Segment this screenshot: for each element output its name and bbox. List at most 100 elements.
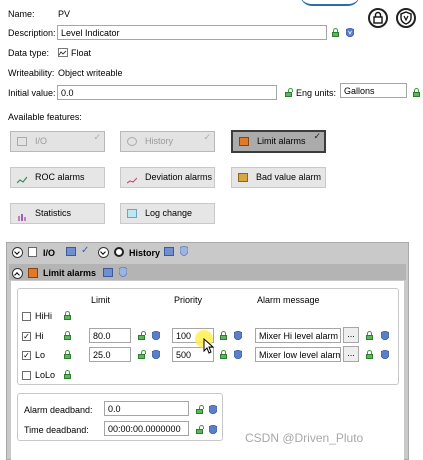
hi-alarm-message-field[interactable]: Mixer Hi level alarm (255, 328, 341, 343)
lo-limit-field[interactable]: 25.0 (89, 347, 131, 362)
lo-message-shield-icon[interactable] (381, 350, 389, 359)
feature-deviation-alarms-label: Deviation alarms (145, 172, 213, 182)
col-priority-header: Priority (174, 295, 203, 305)
io-expand-button[interactable] (12, 247, 23, 258)
col-limit-header: Limit (91, 295, 111, 305)
datatype-label: Data type: (8, 48, 50, 58)
lo-limit-lock-icon[interactable] (138, 350, 146, 359)
lolo-checkbox[interactable] (22, 371, 31, 380)
hi-message-shield-icon[interactable] (381, 331, 389, 340)
limit-alarms-section-label: Limit alarms (43, 268, 97, 278)
description-label: Description: (8, 28, 56, 38)
limit-alarms-icon (239, 137, 249, 147)
feature-statistics-button[interactable]: Statistics (10, 203, 105, 224)
lo-message-lock-icon[interactable] (366, 350, 373, 359)
hi-checkbox[interactable]: ✓ (22, 332, 31, 341)
io-icon (17, 137, 27, 147)
feature-bad-value-alarm-button[interactable]: Bad value alarm (231, 167, 326, 188)
check-icon: ✓ (93, 132, 101, 142)
lo-label: Lo (35, 350, 46, 360)
lo-priority-shield-icon[interactable] (234, 350, 242, 359)
initial-value-field[interactable]: 0.0 (57, 85, 277, 100)
history-shield-icon (179, 245, 189, 257)
alarm-deadband-lock-icon[interactable] (196, 405, 204, 414)
eng-units-field[interactable]: Gallons (340, 83, 407, 98)
eng-units-lock-icon[interactable] (413, 88, 420, 97)
time-deadband-lock-icon[interactable] (196, 425, 204, 434)
initial-value-label: Initial value: (8, 88, 56, 98)
limit-alarms-collapse-button[interactable] (12, 268, 23, 279)
feature-bad-value-alarm-label: Bad value alarm (256, 172, 322, 182)
hihi-lock-icon[interactable] (64, 311, 71, 320)
feature-statistics-label: Statistics (35, 208, 72, 218)
col-alarm-message-header: Alarm message (257, 295, 320, 305)
history-expand-button[interactable] (98, 247, 109, 258)
lo-limit-shield-icon[interactable] (152, 350, 160, 359)
top-accent (300, 0, 360, 6)
hihi-checkbox[interactable] (22, 312, 31, 321)
description-lock-icon[interactable] (332, 28, 339, 37)
feature-limit-alarms-button[interactable]: Limit alarms ✓ (231, 130, 326, 153)
hi-priority-shield-icon[interactable] (234, 331, 242, 340)
hi-lock-icon[interactable] (64, 331, 71, 340)
statistics-icon (17, 209, 27, 222)
lo-checkbox[interactable]: ✓ (22, 351, 31, 360)
limit-alarms-shield-icon (118, 266, 128, 278)
name-label: Name: (8, 9, 35, 19)
initial-value-lock-icon[interactable] (285, 88, 293, 97)
hi-label: Hi (35, 331, 44, 341)
name-value: PV (58, 9, 71, 19)
hi-limit-shield-icon[interactable] (152, 331, 160, 340)
lo-message-browse-button[interactable]: ... (343, 346, 359, 362)
feature-history-button[interactable]: History ✓ (120, 131, 215, 152)
lo-priority-lock-icon[interactable] (220, 350, 227, 359)
feature-deviation-alarms-button[interactable]: Deviation alarms (120, 167, 215, 188)
time-deadband-shield-icon[interactable] (209, 425, 217, 434)
alarm-deadband-shield-icon[interactable] (209, 405, 217, 414)
mouse-pointer-icon (203, 337, 215, 354)
lo-alarm-message-field[interactable]: Mixer low level alarm (255, 347, 341, 362)
bad-value-alarm-icon (238, 173, 248, 183)
available-features-label: Available features: (8, 112, 82, 122)
writeability-value: Object writeable (58, 68, 123, 78)
feature-log-change-label: Log change (145, 208, 193, 218)
lo-lock-icon[interactable] (64, 350, 71, 359)
history-section-label: History (129, 248, 161, 258)
feature-roc-alarms-button[interactable]: ROC alarms (10, 167, 105, 188)
alarm-deadband-field[interactable]: 0.0 (104, 401, 189, 416)
description-field[interactable]: Level Indicator (57, 25, 327, 40)
hi-message-lock-icon[interactable] (366, 331, 373, 340)
feature-history-label: History (145, 136, 174, 146)
datatype-value: Float (71, 48, 92, 58)
lolo-lock-icon[interactable] (64, 370, 71, 379)
feature-limit-alarms-label: Limit alarms (257, 136, 306, 146)
check-icon: ✓ (313, 131, 321, 141)
io-book-icon (66, 247, 76, 256)
writeability-label: Writeability: (8, 68, 55, 78)
io-icon (28, 247, 37, 257)
limit-alarms-icon (28, 268, 38, 278)
check-icon: ✓ (203, 132, 211, 142)
deviation-alarms-icon (126, 173, 138, 184)
hi-limit-lock-icon[interactable] (138, 331, 146, 340)
io-check-icon: ✓ (81, 245, 90, 256)
feature-io-button[interactable]: I/O ✓ (10, 131, 105, 152)
eng-units-label: Eng units: (296, 88, 337, 98)
history-book-icon (164, 247, 174, 256)
hi-priority-lock-icon[interactable] (220, 331, 227, 340)
alarm-deadband-label: Alarm deadband: (24, 405, 93, 415)
hi-limit-field[interactable]: 80.0 (89, 328, 131, 343)
float-type-icon (58, 48, 68, 57)
limit-alarms-book-icon (103, 268, 113, 277)
feature-log-change-button[interactable]: Log change (120, 203, 215, 224)
hi-message-browse-button[interactable]: ... (343, 327, 359, 343)
description-shield-icon[interactable] (346, 28, 354, 37)
time-deadband-field[interactable]: 00:00:00.0000000 (104, 421, 189, 436)
time-deadband-label: Time deadband: (24, 425, 89, 435)
security-mode-button[interactable] (396, 8, 416, 28)
lock-icon (373, 11, 383, 24)
log-change-icon (127, 209, 137, 219)
lock-mode-button[interactable] (368, 8, 388, 28)
shield-icon (400, 11, 412, 25)
hihi-label: HiHi (35, 311, 52, 321)
